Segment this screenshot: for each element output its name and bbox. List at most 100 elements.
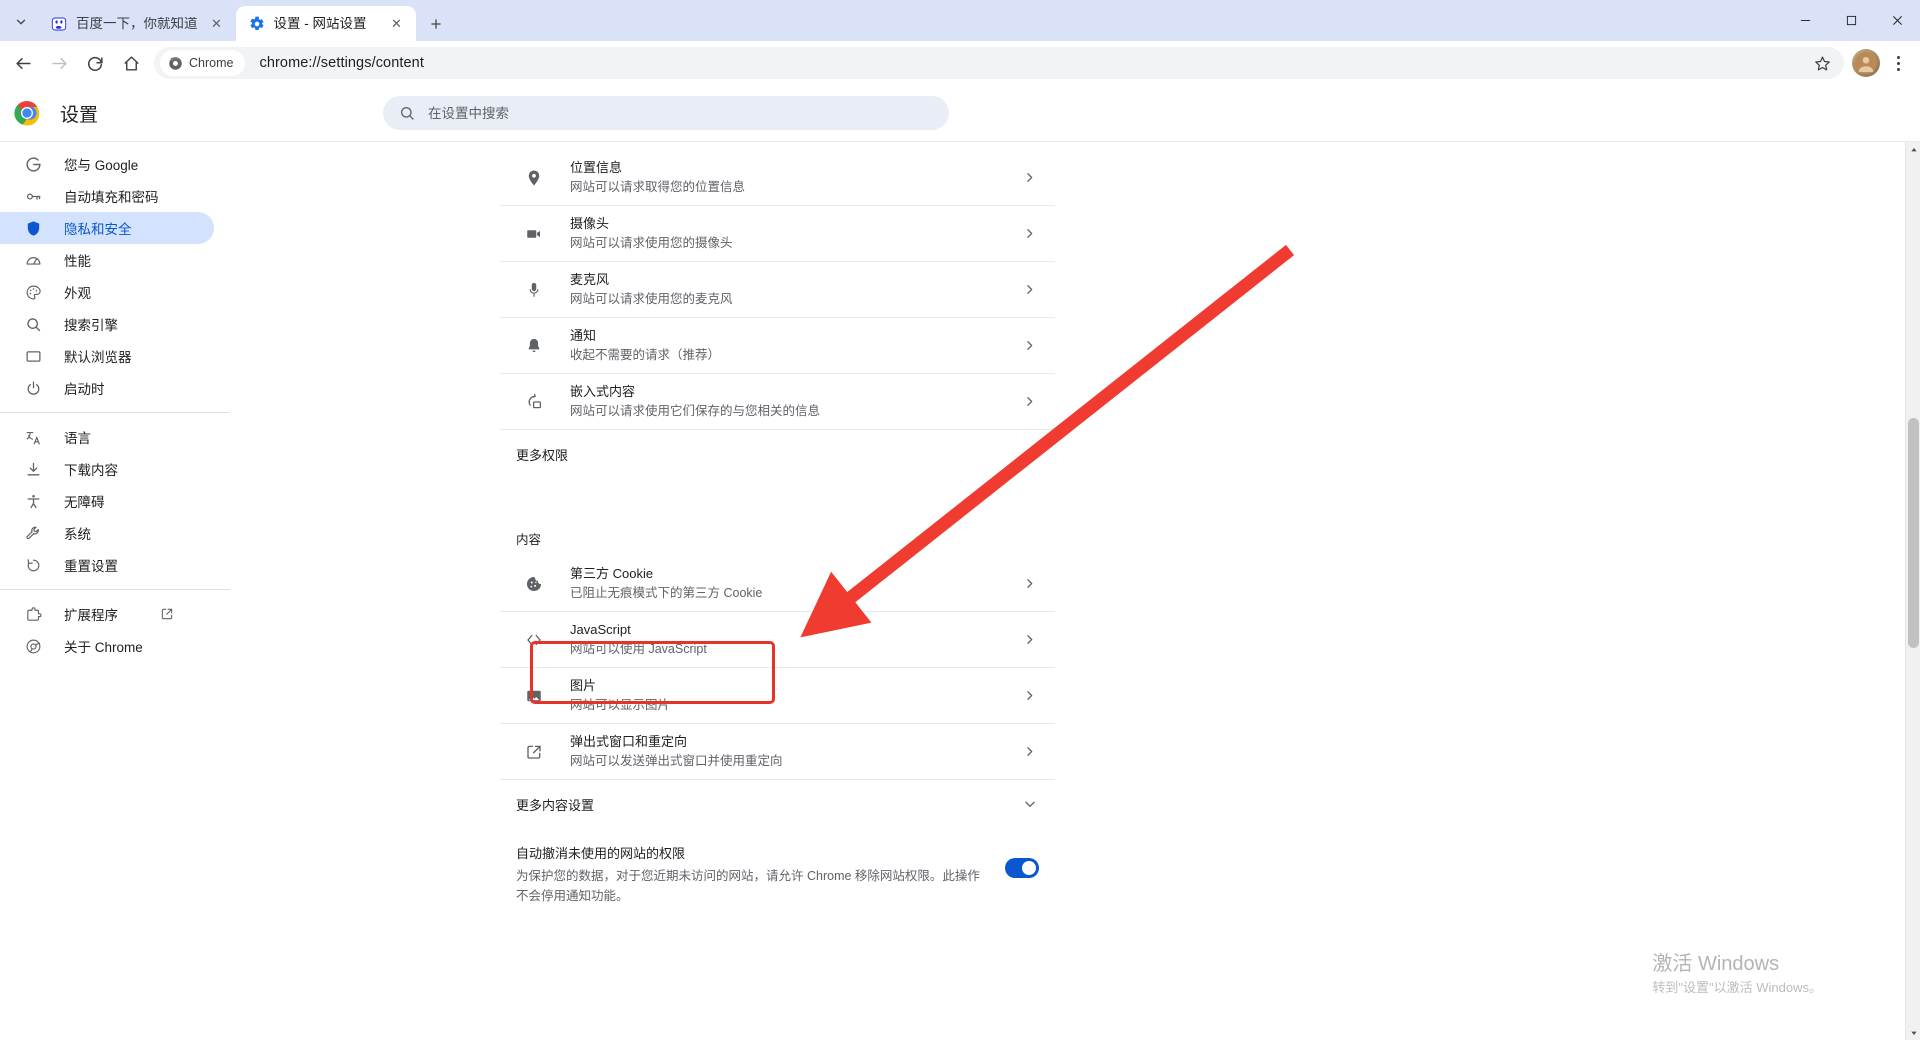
permission-title: 位置信息 [570,160,623,175]
minimize-button[interactable] [1782,0,1828,41]
sidebar-item-label: 重置设置 [64,559,118,574]
auto-revoke-title: 自动撤消未使用的网站的权限 [516,846,686,861]
sidebar-item-label: 您与 Google [64,158,139,173]
content-row-javascript[interactable]: JavaScript 网站可以使用 JavaScript [500,612,1055,668]
download-icon [24,460,42,478]
home-icon[interactable] [114,46,148,80]
content-title: 弹出式窗口和重定向 [570,734,688,749]
sidebar-divider [0,412,230,413]
search-tabs-chevron-down-icon[interactable] [4,5,38,39]
windows-activation-watermark: 激活 Windows 转到"设置"以激活 Windows。 [1652,950,1822,998]
sidebar-item-you-and-google[interactable]: 您与 Google [0,148,214,180]
sidebar-item-appearance[interactable]: 外观 [0,276,214,308]
settings-page: 设置 您与 Google 自动填充和密码 [0,85,1920,1040]
translate-icon [24,428,42,446]
content-subtitle: 已阻止无痕模式下的第三方 Cookie [570,586,763,600]
permission-row-location[interactable]: 位置信息 网站可以请求取得您的位置信息 [500,150,1055,206]
content-subtitle: 网站可以发送弹出式窗口并使用重定向 [570,754,783,768]
permission-row-embedded-content[interactable]: 嵌入式内容 网站可以请求使用它们保存的与您相关的信息 [500,374,1055,430]
permission-row-notifications[interactable]: 通知 收起不需要的请求（推荐） [500,318,1055,374]
auto-revoke-permissions-row[interactable]: 自动撤消未使用的网站的权限 为保护您的数据，对于您近期未访问的网站，请允许 Ch… [500,828,1055,924]
forward-arrow-icon[interactable] [42,46,76,80]
bell-icon [524,336,544,356]
chevron-down-icon[interactable] [1023,447,1037,461]
more-content-settings-expander[interactable]: 更多内容设置 [500,780,1055,828]
search-input[interactable] [426,104,934,122]
chevron-right-icon[interactable] [1019,171,1039,184]
sidebar-item-accessibility[interactable]: 无障碍 [0,485,214,517]
star-icon[interactable] [1808,49,1836,77]
content-row-third-party-cookies[interactable]: 第三方 Cookie 已阻止无痕模式下的第三方 Cookie [500,556,1055,612]
content-title: 图片 [570,678,597,693]
sidebar-item-downloads[interactable]: 下载内容 [0,453,214,485]
maximize-button[interactable] [1828,0,1874,41]
chevron-right-icon[interactable] [1019,339,1039,352]
chevron-right-icon[interactable] [1019,745,1039,758]
sidebar-item-performance[interactable]: 性能 [0,244,214,276]
sidebar-item-extensions[interactable]: 扩展程序 [0,598,214,630]
chrome-origin-chip[interactable]: Chrome [160,50,246,76]
close-icon[interactable]: ✕ [387,14,407,34]
reload-icon[interactable] [78,46,112,80]
sidebar-item-default-browser[interactable]: 默认浏览器 [0,340,214,372]
content-title: JavaScript [570,622,631,637]
sidebar-item-search-engine[interactable]: 搜索引擎 [0,308,214,340]
permission-row-camera[interactable]: 摄像头 网站可以请求使用您的摄像头 [500,206,1055,262]
sidebar-item-on-startup[interactable]: 启动时 [0,372,214,404]
search-icon [24,315,42,333]
new-tab-button[interactable] [422,10,450,38]
chrome-chip-label: Chrome [189,56,234,70]
content-row-images[interactable]: 图片 网站可以显示图片 [500,668,1055,724]
auto-revoke-toggle[interactable] [1005,858,1039,878]
page-title: 设置 [60,104,99,126]
settings-search-box[interactable] [383,96,950,130]
scroll-up-arrow-icon[interactable] [1906,142,1920,157]
sidebar-item-system[interactable]: 系统 [0,517,214,549]
chevron-right-icon[interactable] [1019,633,1039,646]
more-permissions-expander[interactable]: 更多权限 [500,430,1055,478]
sidebar-item-label: 扩展程序 [64,608,118,623]
chrome-logo-icon [14,100,40,126]
extension-icon [24,605,42,623]
google-g-icon [24,155,42,173]
sidebar-item-reset-settings[interactable]: 重置设置 [0,549,214,581]
browser-tab-baidu[interactable]: 百度一下，你就知道 ✕ [38,6,236,41]
sidebar-item-about-chrome[interactable]: 关于 Chrome [0,630,214,662]
open-in-new-icon [160,607,174,621]
chevron-right-icon[interactable] [1019,395,1039,408]
content-row-popups-redirects[interactable]: 弹出式窗口和重定向 网站可以发送弹出式窗口并使用重定向 [500,724,1055,780]
browser-toolbar: Chrome chrome://settings/content [0,41,1920,85]
scroll-down-arrow-icon[interactable] [1906,1025,1920,1040]
avatar[interactable] [1852,49,1880,77]
permission-subtitle: 网站可以请求使用它们保存的与您相关的信息 [570,404,821,418]
auto-revoke-subtitle: 为保护您的数据，对于您近期未访问的网站，请允许 Chrome 移除网站权限。此操… [516,869,980,903]
chevron-right-icon[interactable] [1019,227,1039,240]
sidebar-item-autofill-passwords[interactable]: 自动填充和密码 [0,180,214,212]
microphone-icon [524,280,544,300]
chevron-down-icon[interactable] [1023,797,1037,811]
close-window-button[interactable] [1874,0,1920,41]
chevron-right-icon[interactable] [1019,283,1039,296]
watermark-title: 激活 Windows [1652,953,1780,975]
address-bar[interactable]: Chrome chrome://settings/content [154,47,1844,79]
sidebar-item-label: 搜索引擎 [64,318,118,333]
key-icon [24,187,42,205]
toggle-knob [1022,861,1036,875]
content-scrollbar[interactable] [1905,142,1920,1040]
back-arrow-icon[interactable] [6,46,40,80]
scrollbar-thumb[interactable] [1908,418,1919,648]
location-pin-icon [524,168,544,188]
window-controls [1782,0,1920,41]
browser-tab-settings[interactable]: 设置 - 网站设置 ✕ [235,6,416,41]
sidebar-item-label: 关于 Chrome [64,640,143,655]
sidebar-item-languages[interactable]: 语言 [0,421,214,453]
chevron-right-icon[interactable] [1019,577,1039,590]
sidebar-item-privacy-security[interactable]: 隐私和安全 [0,212,214,244]
permission-row-microphone[interactable]: 麦克风 网站可以请求使用您的麦克风 [500,262,1055,318]
content-subtitle: 网站可以显示图片 [570,698,671,712]
content-subtitle: 网站可以使用 JavaScript [570,642,707,656]
close-icon[interactable]: ✕ [207,14,227,34]
settings-header: 设置 [0,85,1920,141]
chevron-right-icon[interactable] [1019,689,1039,702]
kebab-menu-icon[interactable] [1884,48,1912,78]
